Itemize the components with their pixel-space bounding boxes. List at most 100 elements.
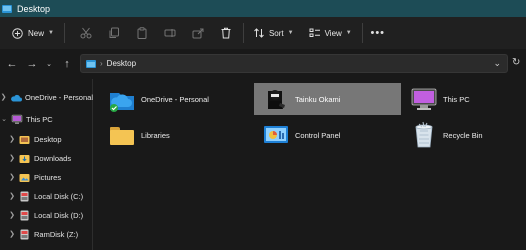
item-label: This PC [443,94,470,104]
address-row: ← → ⌄ ↑ › Desktop ⌄ ↻ [0,49,526,79]
rename-button[interactable] [163,22,177,44]
control-panel-icon [262,121,290,149]
pictures-folder-icon [19,172,30,183]
file-view: OneDrive - Personal Tainku Okami This PC [94,79,526,250]
chevron-right-icon[interactable]: ❯ [8,230,16,238]
sidebar-item-label: Local Disk (D:) [34,210,84,220]
sidebar-item-label: Pictures [34,172,62,182]
sidebar-item-local-disk-d[interactable]: ❯ Local Disk (D:) [8,206,93,224]
paste-button[interactable] [135,22,149,44]
item-libraries[interactable]: Libraries [100,119,250,151]
chevron-right-icon[interactable]: ❯ [8,135,16,143]
downloads-folder-icon [19,153,30,164]
item-label: Control Panel [295,130,341,140]
onedrive-cloud-icon [108,85,136,113]
recycle-bin-icon [410,121,438,149]
back-button[interactable]: ← [3,55,21,73]
view-button[interactable]: View ▼ [308,22,352,44]
sidebar-item-ramdisk-z[interactable]: ❯ RamDisk (Z:) [8,225,93,243]
up-button[interactable]: ↑ [58,55,76,73]
item-control-panel[interactable]: Control Panel [254,119,401,151]
rename-icon [163,26,177,40]
chevron-right-icon[interactable]: ❯ [8,192,16,200]
sort-icon [252,26,266,40]
sidebar-item-pictures[interactable]: ❯ Pictures [8,168,93,186]
cut-button[interactable] [79,22,93,44]
sidebar-item-label: Local Disk (C:) [34,191,84,201]
item-label: Recycle Bin [443,130,483,140]
sidebar-item-label: Desktop [34,134,62,144]
arrow-up-icon: ↑ [64,58,70,70]
ellipsis-icon: ••• [370,27,386,39]
command-bar: New ▼ Sort ▼ View ▼ ••• [0,17,526,49]
sidebar-item-label: Downloads [34,153,72,163]
title-bar: Desktop [0,0,526,17]
cloud-icon [10,92,23,103]
new-label: New [28,28,45,38]
toolbar-divider [361,23,363,43]
delete-button[interactable] [219,22,233,44]
item-user-folder[interactable]: Tainku Okami [254,83,401,115]
desktop-folder-icon [86,59,96,68]
sidebar-item-downloads[interactable]: ❯ Downloads [8,149,93,167]
view-icon [308,26,322,40]
user-folder-icon [262,85,290,113]
sidebar-item-onedrive[interactable]: ❯ OneDrive - Personal [0,88,93,106]
toolbar-divider [63,23,65,43]
item-label: OneDrive - Personal [141,94,209,104]
computer-icon [11,114,23,125]
new-button[interactable]: New ▼ [10,22,54,44]
window-title: Desktop [17,3,51,14]
address-bar[interactable]: › Desktop ⌄ [80,54,508,73]
chevron-right-icon[interactable]: ❯ [8,211,16,219]
drive-icon [19,210,30,221]
item-label: Tainku Okami [295,94,341,104]
chevron-right-icon[interactable]: ❯ [8,154,16,162]
plus-circle-icon [10,26,24,40]
share-button[interactable] [191,22,205,44]
folder-icon [2,4,12,13]
trash-icon [219,26,233,40]
arrow-right-icon: → [26,58,38,70]
sidebar-item-local-disk-c[interactable]: ❯ Local Disk (C:) [8,187,93,205]
breadcrumb-separator: › [100,59,103,68]
sort-button[interactable]: Sort ▼ [252,22,294,44]
recent-locations-button[interactable]: ⌄ [40,55,58,73]
share-icon [191,26,205,40]
libraries-folder-icon [108,121,136,149]
copy-icon [107,26,121,40]
forward-button[interactable]: → [23,55,41,73]
sidebar-item-this-pc[interactable]: ⌄ This PC [0,110,93,128]
copy-button[interactable] [107,22,121,44]
chevron-down-icon: ▼ [48,30,54,36]
chevron-down-icon[interactable]: ⌄ [493,58,501,69]
folder-shape [110,127,134,145]
sidebar-item-label: RamDisk (Z:) [34,229,79,239]
sort-label: Sort [268,28,284,38]
chevron-down-icon: ▼ [287,30,294,36]
sidebar-item-label: OneDrive - Personal [25,92,93,102]
chevron-down-icon: ▼ [345,30,352,36]
breadcrumb-desktop[interactable]: Desktop [107,59,136,68]
this-pc-icon [410,85,438,113]
drive-icon [19,191,30,202]
chevron-down-icon[interactable]: ⌄ [0,115,8,123]
item-onedrive[interactable]: OneDrive - Personal [100,83,250,115]
desktop-folder-icon [19,134,30,145]
refresh-icon[interactable]: ↻ [512,57,520,68]
view-label: View [324,28,342,38]
item-recycle-bin[interactable]: Recycle Bin [402,119,526,151]
sidebar-item-label: This PC [26,114,53,124]
item-this-pc[interactable]: This PC [402,83,526,115]
chevron-down-icon: ⌄ [46,61,52,68]
more-options-button[interactable]: ••• [370,22,386,44]
toolbar-divider [242,23,244,43]
item-label: Libraries [141,130,170,140]
navigation-pane: ❯ OneDrive - Personal ⌄ This PC ❯ Deskto… [0,79,93,250]
arrow-left-icon: ← [6,58,18,70]
chevron-right-icon[interactable]: ❯ [0,93,7,101]
scissors-icon [79,26,93,40]
sidebar-item-desktop[interactable]: ❯ Desktop [8,130,93,148]
drive-icon [19,229,30,240]
chevron-right-icon[interactable]: ❯ [8,173,16,181]
